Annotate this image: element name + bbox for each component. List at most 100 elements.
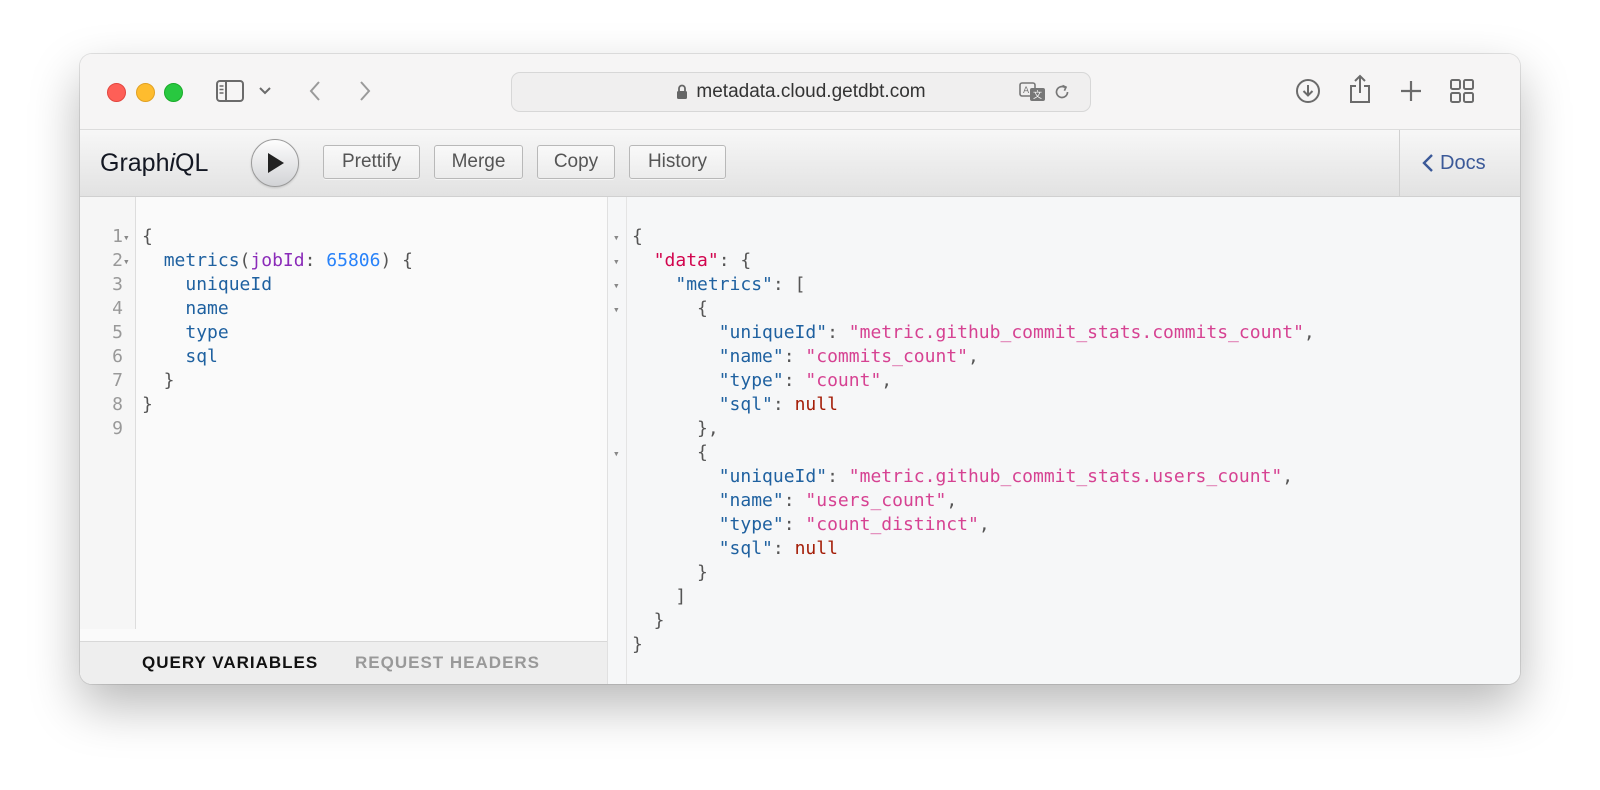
prettify-button[interactable]: Prettify — [323, 145, 420, 179]
result-line: } — [632, 609, 1315, 633]
play-icon — [268, 153, 284, 173]
zoom-window-button[interactable] — [164, 83, 183, 102]
code-token: ] — [632, 586, 687, 607]
minimize-window-button[interactable] — [136, 83, 155, 102]
browser-toolbar: metadata.cloud.getdbt.com A文 — [80, 54, 1520, 130]
code-token: "count" — [805, 370, 882, 391]
result-line: "metrics": [ — [632, 273, 1315, 297]
code-token: jobId — [250, 250, 305, 271]
query-code[interactable]: { metrics(jobId: 65806) { uniqueId name … — [142, 225, 413, 441]
code-token: : — [783, 514, 806, 535]
result-line: { — [632, 441, 1315, 465]
execute-query-button[interactable] — [251, 139, 299, 187]
line-number: 4 — [112, 298, 123, 319]
docs-button[interactable]: Docs — [1422, 130, 1486, 196]
address-bar[interactable]: metadata.cloud.getdbt.com A文 — [511, 72, 1091, 112]
code-token: , — [946, 490, 958, 511]
query-line: sql — [142, 345, 413, 369]
graphiql-logo: GraphiQL — [100, 149, 209, 177]
chevron-down-icon[interactable] — [257, 84, 273, 98]
request-headers-tab[interactable]: REQUEST HEADERS — [355, 642, 540, 684]
fold-arrow-icon[interactable]: ▾ — [613, 250, 620, 274]
code-token: : — [783, 490, 806, 511]
result-line: "type": "count_distinct", — [632, 513, 1315, 537]
svg-text:A: A — [1023, 86, 1030, 96]
code-token: metrics — [163, 250, 240, 271]
close-window-button[interactable] — [107, 83, 126, 102]
fold-arrow-icon[interactable]: ▾ — [613, 298, 620, 322]
code-token: "type" — [718, 514, 784, 535]
code-token: "sql" — [718, 394, 773, 415]
code-token: : — [783, 370, 806, 391]
sidebar-icon[interactable] — [215, 78, 245, 104]
fold-arrow-icon[interactable]: ▾ — [613, 226, 620, 250]
code-token: } — [142, 394, 153, 415]
chevron-right-icon[interactable] — [355, 78, 375, 104]
url-text: metadata.cloud.getdbt.com — [696, 81, 926, 102]
code-token: "type" — [718, 370, 784, 391]
merge-button[interactable]: Merge — [434, 145, 523, 179]
download-icon[interactable] — [1294, 77, 1322, 105]
code-token: name — [185, 298, 229, 319]
code-token: , — [1282, 466, 1294, 487]
share-icon[interactable] — [1348, 73, 1372, 105]
result-line: "uniqueId": "metric.github_commit_stats.… — [632, 321, 1315, 345]
code-token: } — [142, 370, 175, 391]
code-token: 65806 — [326, 250, 381, 271]
code-token: type — [185, 322, 229, 343]
fold-arrow-icon[interactable]: ▾ — [123, 226, 130, 250]
query-editor[interactable]: 1 2 3 4 5 6 7 8 9 ▾ ▾ { metrics(jobId: 65806) { un… — [80, 197, 608, 684]
plus-icon[interactable] — [1398, 78, 1424, 104]
query-variables-tab[interactable]: QUERY VARIABLES — [142, 642, 318, 684]
code-token: { — [142, 226, 153, 247]
code-token: { — [632, 442, 708, 463]
query-line: uniqueId — [142, 273, 413, 297]
docs-label: Docs — [1440, 152, 1486, 174]
result-line: ] — [632, 585, 1315, 609]
code-token: null — [794, 538, 838, 559]
line-number: 5 — [112, 322, 123, 343]
reload-icon[interactable] — [1052, 82, 1072, 102]
fold-arrow-icon[interactable]: ▾ — [123, 250, 130, 274]
code-token: : — [304, 250, 327, 271]
result-line: } — [632, 633, 1315, 657]
code-token: ( — [239, 250, 251, 271]
history-button[interactable]: History — [629, 145, 726, 179]
result-line: "name": "commits_count", — [632, 345, 1315, 369]
line-number: 3 — [112, 274, 123, 295]
code-token: "name" — [718, 346, 784, 367]
code-token: "metric.github_commit_stats.commits_coun… — [848, 322, 1304, 343]
code-token: "data" — [653, 250, 719, 271]
result-line: { — [632, 297, 1315, 321]
code-token: : — [772, 538, 795, 559]
fold-arrow-icon[interactable]: ▾ — [613, 442, 620, 466]
code-token: null — [794, 394, 838, 415]
translate-icon[interactable]: A文 — [1019, 81, 1047, 103]
copy-button[interactable]: Copy — [537, 145, 615, 179]
code-token: "uniqueId" — [718, 322, 828, 343]
code-token: "commits_count" — [805, 346, 968, 367]
query-line: { — [142, 225, 413, 249]
chevron-left-icon[interactable] — [305, 78, 325, 104]
code-token: : { — [718, 250, 752, 271]
result-line: "uniqueId": "metric.github_commit_stats.… — [632, 465, 1315, 489]
query-line: name — [142, 297, 413, 321]
query-line: metrics(jobId: 65806) { — [142, 249, 413, 273]
code-token: : — [772, 394, 795, 415]
fold-arrow-icon[interactable]: ▾ — [613, 274, 620, 298]
code-token: "sql" — [718, 538, 773, 559]
code-token: { — [632, 298, 708, 319]
grid-icon[interactable] — [1449, 78, 1475, 104]
docs-panel-toggle: Docs — [1399, 130, 1520, 196]
code-token: : — [827, 466, 849, 487]
